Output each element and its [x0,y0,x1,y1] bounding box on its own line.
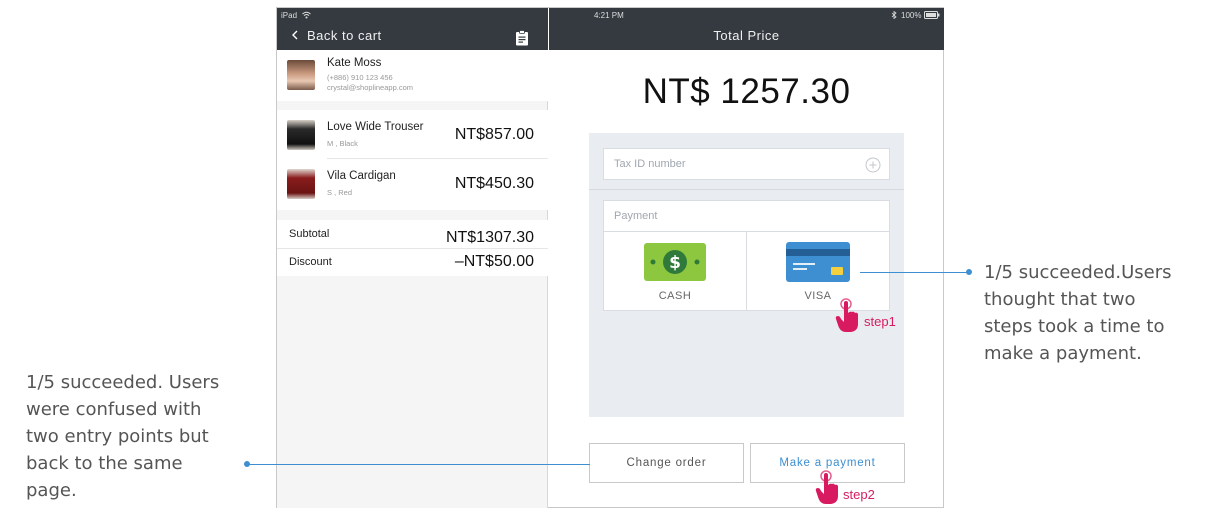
hand-pointer-icon [815,470,838,504]
back-to-cart-button[interactable]: Back to cart [291,27,382,43]
annotation-line: make a payment. [984,343,1142,364]
item-name: Vila Cardigan [327,170,396,182]
cash-icon: $ [644,243,706,281]
annotation-dot [966,269,972,275]
item-variant: S , Red [327,188,353,197]
annotation-line: back to the same [26,453,183,474]
back-label: Back to cart [307,27,382,43]
bluetooth-icon [891,11,897,19]
customer-name: Kate Moss [327,57,382,69]
annotation-line: two entry points but [26,426,209,447]
customer-email: crystal@shoplineapp.com [327,83,413,92]
svg-text:$: $ [669,253,681,273]
item-thumbnail [287,169,315,199]
discount-value: –NT$50.00 [454,253,534,270]
annotation-line: page. [26,480,77,501]
add-circle-icon[interactable] [865,157,881,173]
payment-method-box: Payment $ CASH VISA [603,200,890,311]
annotation-left: 1/5 succeeded. Users were confused with … [26,369,256,504]
status-time: 4:21 PM [594,11,624,20]
annotation-connector [860,272,967,273]
tax-id-field[interactable]: Tax ID number [603,148,890,180]
order-items: Love Wide Trouser M , Black NT$857.00 Vi… [277,110,548,210]
annotation-right: 1/5 succeeded.Users thought that two ste… [984,259,1214,367]
cash-option[interactable]: $ CASH [604,232,746,310]
tax-id-placeholder: Tax ID number [614,158,686,170]
order-summary: Subtotal NT$1307.30 Discount –NT$50.00 [277,220,548,276]
annotation-line: thought that two [984,289,1136,310]
wifi-icon [302,11,311,19]
cart-header: iPad Back to cart [277,8,548,50]
total-amount: NT$ 1257.30 [642,72,851,111]
item-price: NT$450.30 [454,175,534,192]
annotation-line: 1/5 succeeded. Users [26,372,220,393]
hand-pointer-icon [835,298,858,332]
credit-card-icon [786,242,850,282]
order-item[interactable]: Vila Cardigan S , Red NT$450.30 [277,159,548,209]
cash-label: CASH [658,290,692,302]
customer-phone: (+886) 910 123 456 [327,73,393,82]
change-order-button[interactable]: Change order [589,443,744,483]
step1-label: step1 [864,314,896,329]
subtotal-label: Subtotal [289,228,330,240]
battery-icon [924,11,940,19]
annotation-line: 1/5 succeeded.Users [984,262,1172,283]
annotation-line: steps took a time to [984,316,1165,337]
order-item[interactable]: Love Wide Trouser M , Black NT$857.00 [277,110,548,158]
visa-label: VISA [804,290,832,302]
device-label: iPad [281,11,298,20]
item-thumbnail [287,120,315,150]
payment-label: Payment [614,210,658,222]
visa-option[interactable]: VISA [747,232,889,310]
annotation-connector [247,464,590,465]
item-name: Love Wide Trouser [327,121,424,133]
discount-label: Discount [289,256,332,268]
battery-percent: 100% [901,11,922,20]
annotation-line: were confused with [26,399,202,420]
chevron-left-icon [292,30,298,40]
item-price: NT$857.00 [454,126,534,143]
step2-label: step2 [843,487,875,502]
customer-avatar [287,60,315,90]
clipboard-icon[interactable] [515,30,529,46]
item-variant: M , Black [327,139,358,148]
divider [589,189,904,190]
divider [277,248,548,249]
total-price-header: 4:21 PM 100% Total Price [549,8,944,50]
page-title: Total Price [713,28,780,43]
subtotal-value: NT$1307.30 [445,229,534,246]
customer-card[interactable]: Kate Moss (+886) 910 123 456 crystal@sho… [277,50,548,101]
